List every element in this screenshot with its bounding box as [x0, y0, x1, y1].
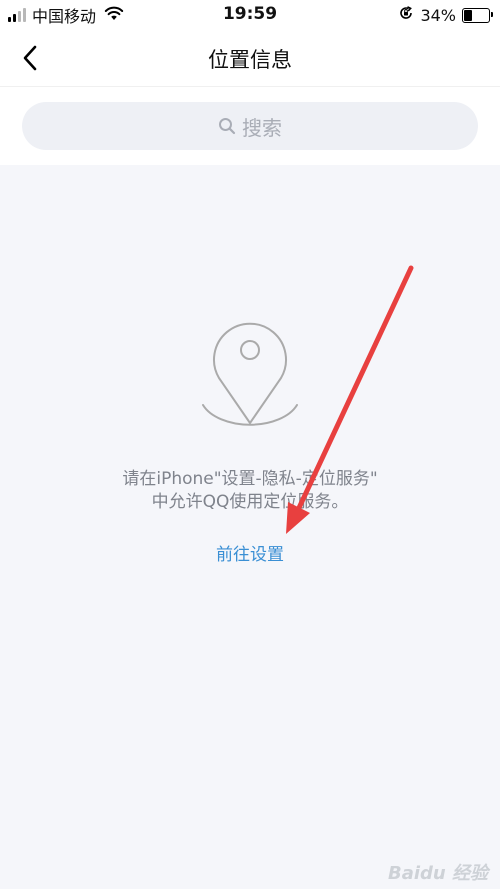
- search-icon: [219, 118, 236, 135]
- status-bar: 中国移动 19:59 34%: [0, 0, 500, 30]
- message-line-1: 请在iPhone"设置-隐私-定位服务": [122, 469, 378, 489]
- watermark: Baidu 经验: [387, 863, 488, 884]
- status-right: 34%: [398, 5, 493, 25]
- search-area: 搜索: [0, 86, 500, 165]
- battery-percent: 34%: [420, 5, 456, 25]
- battery-icon: [462, 7, 493, 23]
- go-to-settings-link[interactable]: 前往设置: [0, 540, 500, 565]
- search-input[interactable]: 搜索: [22, 102, 478, 150]
- location-permission-message: 请在iPhone"设置-隐私-定位服务" 中允许QQ使用定位服务。: [60, 468, 440, 514]
- page-title: 位置信息: [208, 48, 292, 72]
- location-disabled-panel: 请在iPhone"设置-隐私-定位服务" 中允许QQ使用定位服务。 前往设置: [0, 164, 500, 889]
- navigation-bar: 位置信息: [0, 30, 500, 86]
- message-line-2: 中允许QQ使用定位服务。: [151, 492, 349, 512]
- search-placeholder: 搜索: [242, 115, 282, 140]
- location-pin-icon: [202, 322, 298, 426]
- orientation-lock-icon: [398, 5, 414, 25]
